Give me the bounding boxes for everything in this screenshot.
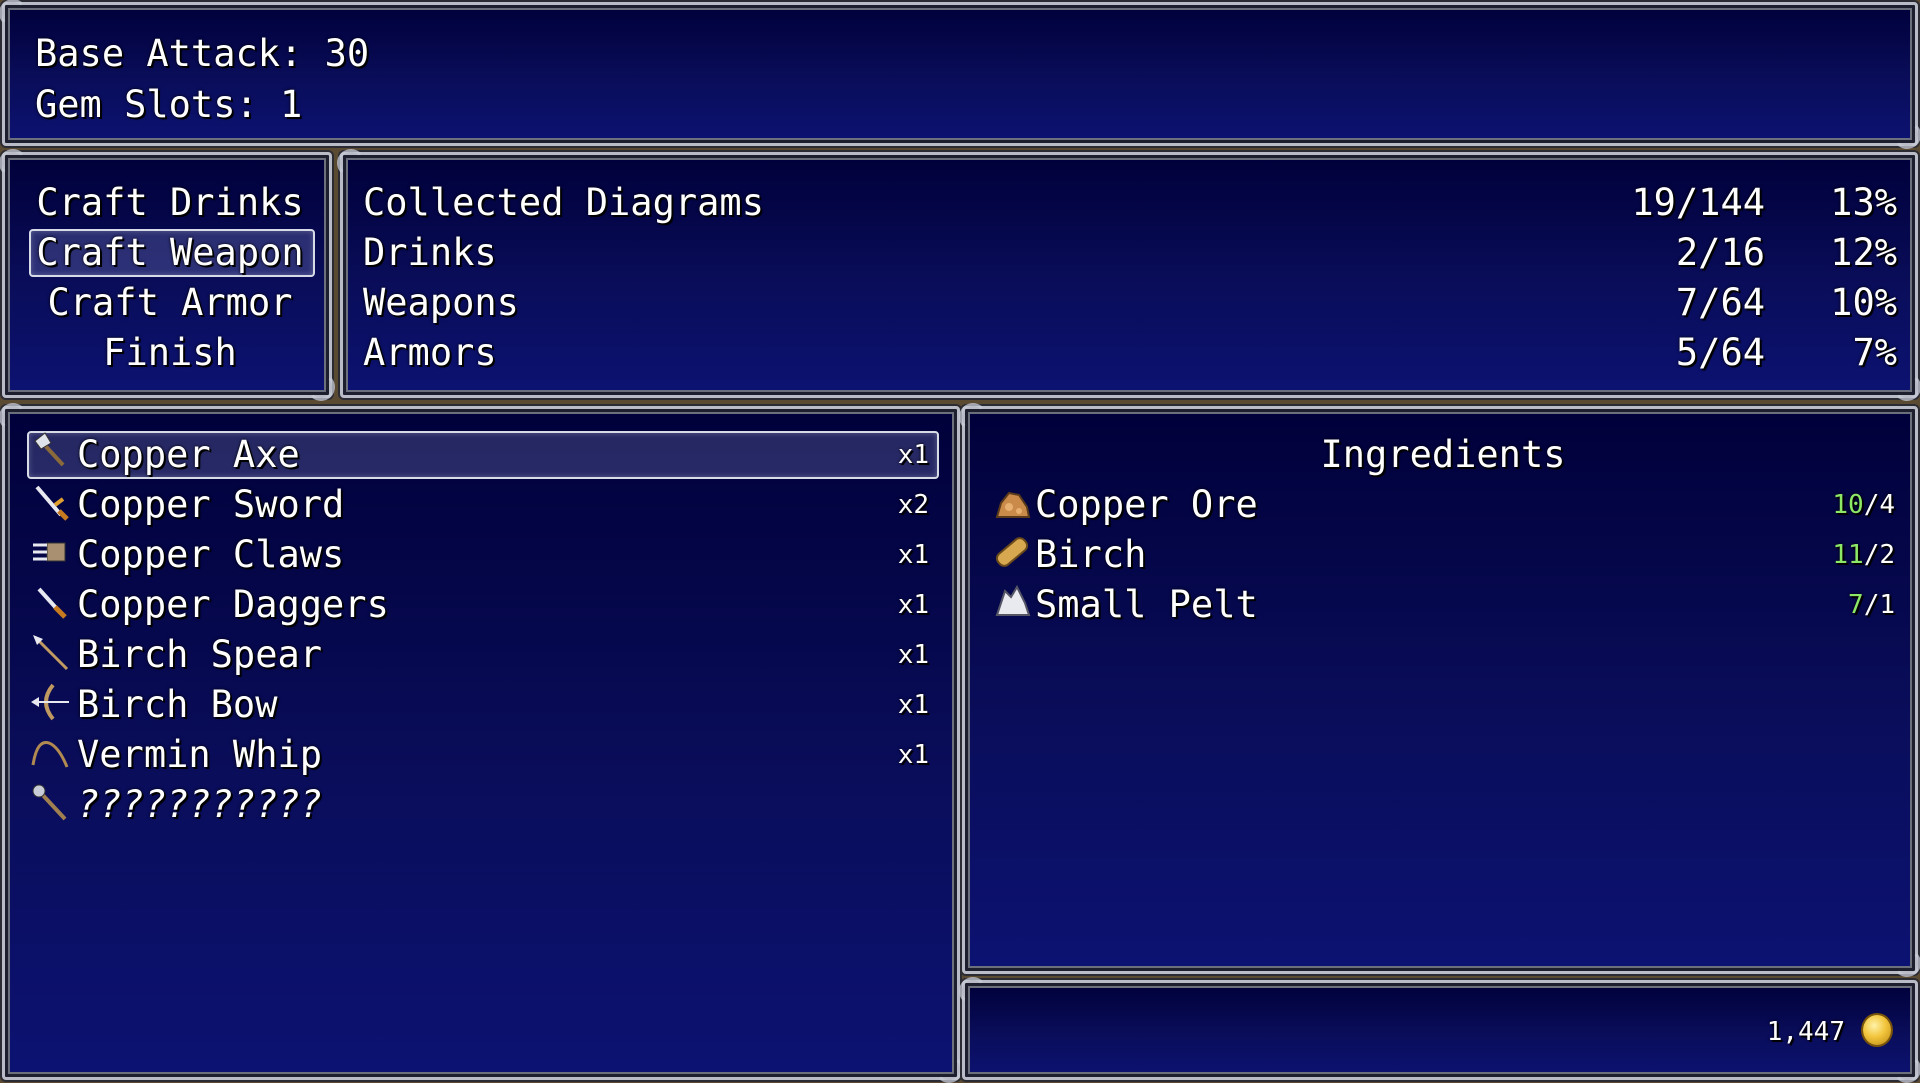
diagram-label-drinks: Drinks (363, 231, 497, 274)
recipe-qty: x1 (897, 740, 929, 770)
log-icon (995, 537, 1029, 567)
whip-icon (31, 740, 69, 768)
diagram-count-armors: 5/64 (1675, 331, 1765, 374)
diagram-count-drinks: 2/16 (1675, 231, 1765, 274)
craft-command-window: Craft Drinks Craft Weapon Craft Armor Fi… (0, 149, 335, 398)
base-attack-text: Base Attack: 30 (35, 32, 370, 75)
recipe-qty: x1 (897, 590, 929, 620)
recipe-name: Copper Axe (77, 433, 300, 476)
diagram-percent-collected: 13% (1830, 181, 1897, 224)
command-craft-armor[interactable]: Craft Armor (5, 278, 335, 328)
claws-icon (33, 542, 66, 562)
staff-icon (32, 784, 67, 821)
ingredient-name: Copper Ore (1035, 483, 1258, 526)
ingredient-name: Birch (1035, 533, 1147, 576)
diagram-percent-drinks: 12% (1830, 231, 1897, 274)
recipe-name: Copper Claws (77, 533, 345, 576)
spear-icon (33, 635, 69, 671)
bow-icon (31, 683, 69, 721)
status-window: Base Attack: 30 Gem Slots: 1 (0, 0, 1918, 146)
diagram-label-collected: Collected Diagrams (363, 181, 764, 224)
axe-icon (34, 432, 65, 467)
ore-icon (995, 491, 1031, 518)
recipe-name: Copper Sword (77, 483, 345, 526)
recipe-qty: x1 (897, 640, 929, 670)
recipe-qty: x1 (897, 440, 929, 470)
daggers-icon (37, 587, 67, 619)
recipe-name: Birch Bow (77, 683, 278, 726)
diagrams-window: Collected Diagrams 19/144 13% Drinks 2/1… (337, 149, 1918, 398)
recipe-name: Copper Daggers (77, 583, 389, 626)
diagram-label-weapons: Weapons (363, 281, 519, 324)
diagram-label-armors: Armors (363, 331, 497, 374)
ingredient-need: /1 (1863, 590, 1895, 620)
ingredient-qty: 10/4 (1832, 480, 1895, 530)
diagram-count-collected: 19/144 (1631, 181, 1765, 224)
recipe-qty: x2 (897, 490, 929, 520)
ingredient-qty: 11/2 (1832, 530, 1895, 580)
diagram-percent-weapons: 10% (1830, 281, 1897, 324)
ingredient-have: 10 (1832, 490, 1864, 520)
recipe-name: Vermin Whip (77, 733, 323, 776)
recipe-qty: x1 (897, 540, 929, 570)
ingredient-have: 11 (1832, 540, 1864, 570)
diagram-count-weapons: 7/64 (1675, 281, 1765, 324)
command-craft-weapon[interactable]: Craft Weapon (5, 228, 335, 278)
gold-amount: 1,447 (1766, 1017, 1845, 1047)
gem-slots-text: Gem Slots: 1 (35, 83, 303, 126)
weapon-recipe-list-window: Copper Axe x1 Copper Sword x2 Copper Cla… (0, 403, 960, 1080)
recipe-name: Birch Spear (77, 633, 323, 676)
sword-icon (35, 485, 69, 521)
ingredient-have: 7 (1848, 590, 1864, 620)
recipe-qty: x1 (897, 690, 929, 720)
gold-window: 1,447 (959, 977, 1918, 1080)
gold-coin-icon (1863, 1015, 1891, 1045)
recipe-name: ??????????? (77, 783, 323, 826)
pelt-icon (995, 584, 1031, 616)
ingredient-name: Small Pelt (1035, 583, 1258, 626)
ingredient-qty: 7/1 (1848, 580, 1895, 630)
command-finish[interactable]: Finish (5, 328, 335, 378)
ingredients-title: Ingredients (1320, 433, 1566, 476)
ingredient-need: /4 (1863, 490, 1895, 520)
diagram-percent-armors: 7% (1852, 331, 1897, 374)
ingredients-window: Ingredients Copper Ore 10/4 Birch 11/2 S… (959, 403, 1918, 974)
command-craft-drinks[interactable]: Craft Drinks (5, 178, 335, 228)
ingredient-need: /2 (1863, 540, 1895, 570)
